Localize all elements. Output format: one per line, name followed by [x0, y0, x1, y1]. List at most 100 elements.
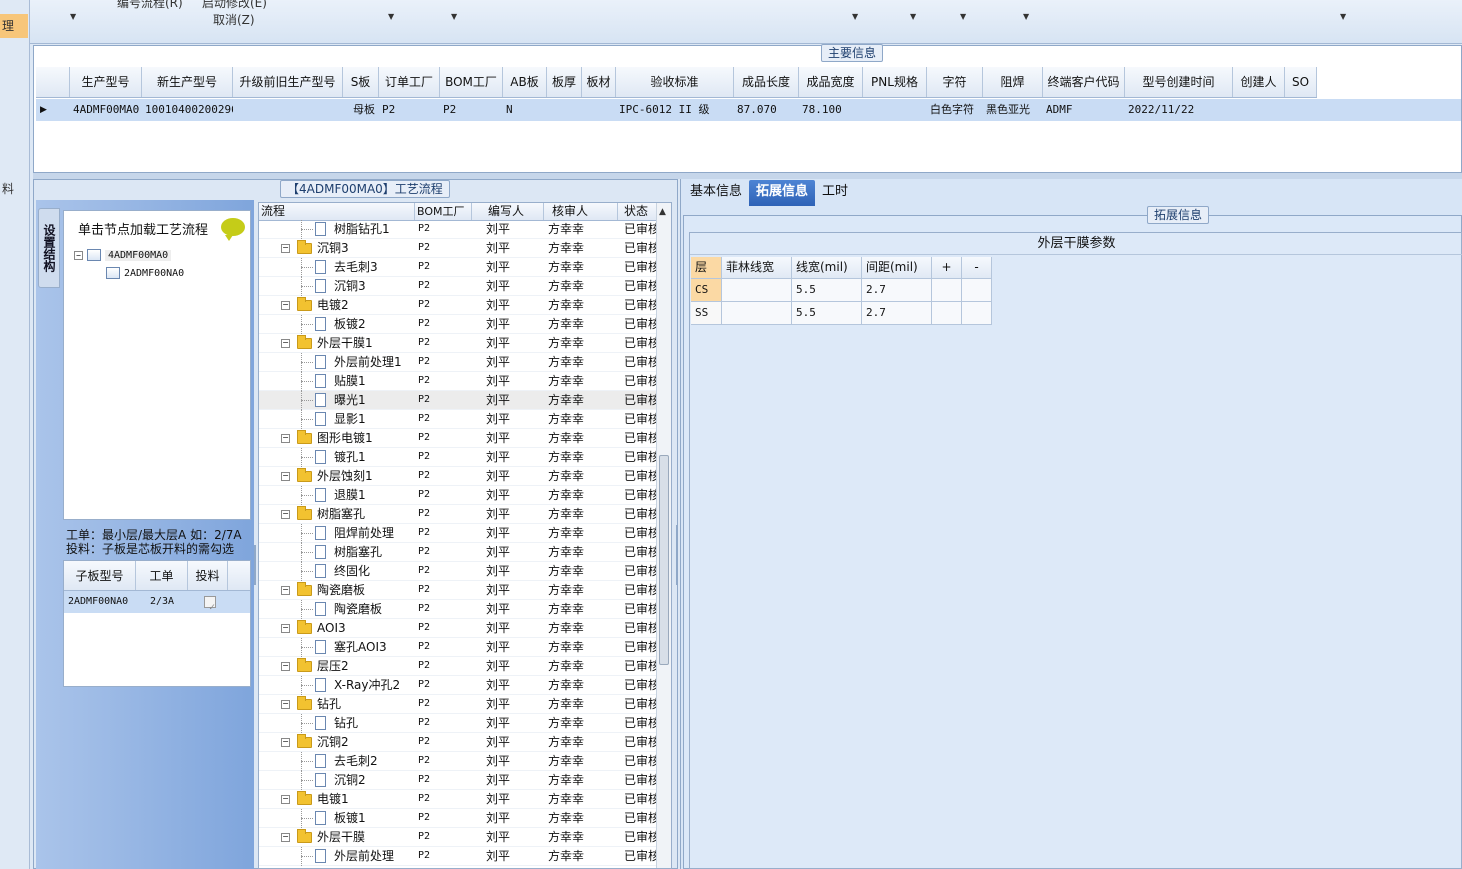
process-row[interactable]: 陶瓷磨板 P2 刘平 方幸幸 已审核 [259, 600, 657, 619]
cell-status[interactable]: 已审核 [618, 410, 657, 428]
process-row[interactable]: 钻孔 P2 刘平 方幸幸 已审核 [259, 714, 657, 733]
process-step-cell[interactable]: 沉铜2 [259, 771, 415, 790]
cell-bom-factory[interactable]: P2 [415, 847, 472, 865]
cell-status[interactable]: 已审核 [618, 809, 657, 827]
tree-node-child[interactable]: 2ADMF00NA0 [106, 267, 184, 279]
tree-node-label[interactable]: 2ADMF00NA0 [124, 268, 184, 279]
col-header[interactable]: 状态 [618, 203, 657, 220]
process-row[interactable]: 退膜1 P2 刘平 方幸幸 已审核 [259, 486, 657, 505]
col-header[interactable]: 订单工厂 [379, 67, 440, 97]
scroll-up-icon[interactable]: ▲ [659, 207, 666, 217]
process-row[interactable]: − 树脂塞孔 P2 刘平 方幸幸 已审核 [259, 505, 657, 524]
cell-writer[interactable]: 刘平 [472, 410, 544, 428]
cell-bom-factory[interactable]: P2 [415, 410, 472, 428]
collapse-icon[interactable]: − [281, 510, 290, 519]
cell-status[interactable]: 已审核 [618, 486, 657, 504]
tab-work-hours[interactable]: 工时 [815, 180, 855, 206]
process-step-cell[interactable]: 树脂塞孔 [259, 543, 415, 562]
process-step-cell[interactable]: − 树脂塞孔 [259, 505, 415, 523]
cell-reviewer[interactable]: 方幸幸 [544, 524, 618, 542]
process-step-cell[interactable]: − 外层干膜 [259, 828, 415, 846]
cell-bom-factory[interactable]: P2 [415, 771, 472, 789]
process-step-cell[interactable]: − 陶瓷磨板 [259, 581, 415, 599]
cell-reviewer[interactable]: 方幸幸 [544, 752, 618, 770]
cell-order-factory[interactable]: P2 [379, 99, 440, 121]
col-header[interactable]: 核审人 [544, 203, 618, 220]
cell-reviewer[interactable]: 方幸幸 [544, 372, 618, 390]
cell-reviewer[interactable]: 方幸幸 [544, 847, 618, 865]
process-row[interactable]: 外层前处理 P2 刘平 方幸幸 已审核 [259, 847, 657, 866]
cell-bom-factory[interactable]: P2 [415, 277, 472, 295]
collapse-icon[interactable]: − [281, 339, 290, 348]
cell-status[interactable]: 已审核 [618, 258, 657, 276]
cell-film-width[interactable] [722, 302, 792, 325]
process-step-cell[interactable]: 塞孔AOI3 [259, 638, 415, 657]
cell-writer[interactable]: 刘平 [472, 391, 544, 409]
cell-bom-factory[interactable]: P2 [415, 638, 472, 656]
cell-status[interactable]: 已审核 [618, 619, 657, 637]
col-header[interactable]: PNL规格 [863, 67, 927, 97]
cell-bom-factory[interactable]: P2 [415, 334, 472, 352]
cell-bom-factory[interactable]: P2 [415, 714, 472, 732]
col-header[interactable]: SO [1285, 67, 1317, 97]
cell-reviewer[interactable]: 方幸幸 [544, 676, 618, 694]
cell-writer[interactable]: 刘平 [472, 220, 544, 238]
process-step-cell[interactable]: − 电镀1 [259, 790, 415, 808]
cell-bom-factory[interactable]: P2 [415, 296, 472, 314]
col-header[interactable]: BOM工厂 [415, 203, 472, 220]
cell-reviewer[interactable]: 方幸幸 [544, 315, 618, 333]
cell-status[interactable]: 已审核 [618, 353, 657, 371]
col-header[interactable]: 创建人 [1233, 67, 1285, 97]
process-row[interactable]: 沉铜3 P2 刘平 方幸幸 已审核 [259, 277, 657, 296]
cell-reviewer[interactable]: 方幸幸 [544, 657, 618, 675]
process-row[interactable]: − 钻孔 P2 刘平 方幸幸 已审核 [259, 695, 657, 714]
cell-reviewer[interactable]: 方幸幸 [544, 486, 618, 504]
cell-bom-factory[interactable]: P2 [415, 505, 472, 523]
process-step-cell[interactable]: X-Ray冲孔2 [259, 676, 415, 695]
cell-length[interactable]: 87.070 [734, 99, 799, 121]
process-row[interactable]: − 沉铜3 P2 刘平 方幸幸 已审核 [259, 239, 657, 258]
cell-line-width[interactable]: 5.5 [792, 302, 862, 325]
dropdown-arrow-icon[interactable]: ▼ [1023, 12, 1029, 21]
cell-status[interactable]: 已审核 [618, 543, 657, 561]
left-strip-item-2[interactable]: 料 [0, 180, 28, 197]
collapse-icon[interactable]: − [281, 624, 290, 633]
process-row[interactable]: − 外层干膜1 P2 刘平 方幸幸 已审核 [259, 334, 657, 353]
cell-status[interactable]: 已审核 [618, 600, 657, 618]
process-step-cell[interactable]: 外层前处理 [259, 847, 415, 866]
process-step-cell[interactable]: 去毛刺3 [259, 258, 415, 277]
cell-bom-factory[interactable]: P2 [415, 353, 472, 371]
col-header[interactable]: 终端客户代码 [1043, 67, 1125, 97]
cell-bom-factory[interactable]: P2 [415, 828, 472, 846]
cell-writer[interactable]: 刘平 [472, 467, 544, 485]
cell-reviewer[interactable]: 方幸幸 [544, 220, 618, 238]
process-scrollbar[interactable]: ▲ [656, 203, 671, 868]
process-row[interactable]: 树脂塞孔 P2 刘平 方幸幸 已审核 [259, 543, 657, 562]
cell-bom-factory[interactable]: P2 [415, 657, 472, 675]
table-row[interactable]: ▶ 4ADMF00MA0 10010400200296 母板 P2 P2 N I… [36, 99, 1461, 121]
col-header[interactable]: 成品长度 [734, 67, 799, 97]
toolbar-label-renumber[interactable]: 编号流程(R) [117, 0, 183, 11]
process-step-cell[interactable]: 贴膜1 [259, 372, 415, 391]
cell-reviewer[interactable]: 方幸幸 [544, 619, 618, 637]
collapse-icon[interactable]: − [281, 244, 290, 253]
cell-reviewer[interactable]: 方幸幸 [544, 790, 618, 808]
tab-extended-info[interactable]: 拓展信息 [749, 180, 816, 206]
process-row[interactable]: 去毛刺2 P2 刘平 方幸幸 已审核 [259, 752, 657, 771]
cell-status[interactable]: 已审核 [618, 657, 657, 675]
col-header[interactable]: AB板 [503, 67, 547, 97]
col-header[interactable]: S板 [343, 67, 379, 97]
cell-layer[interactable]: CS [691, 279, 722, 302]
process-row[interactable]: 贴膜1 P2 刘平 方幸幸 已审核 [259, 372, 657, 391]
process-row[interactable]: 终固化 P2 刘平 方幸幸 已审核 [259, 562, 657, 581]
feed-checkbox[interactable]: ✓ [204, 596, 216, 613]
cell-reviewer[interactable]: 方幸幸 [544, 543, 618, 561]
col-header[interactable]: 板材 [582, 67, 616, 97]
left-strip-item-1[interactable]: 理 [0, 14, 28, 38]
cell-writer[interactable]: 刘平 [472, 695, 544, 713]
collapse-icon[interactable]: − [281, 472, 290, 481]
vertical-tab-structure[interactable]: 设置结构 [38, 208, 60, 288]
cell-reviewer[interactable]: 方幸幸 [544, 714, 618, 732]
cell-status[interactable]: 已审核 [618, 296, 657, 314]
cell-status[interactable]: 已审核 [618, 315, 657, 333]
